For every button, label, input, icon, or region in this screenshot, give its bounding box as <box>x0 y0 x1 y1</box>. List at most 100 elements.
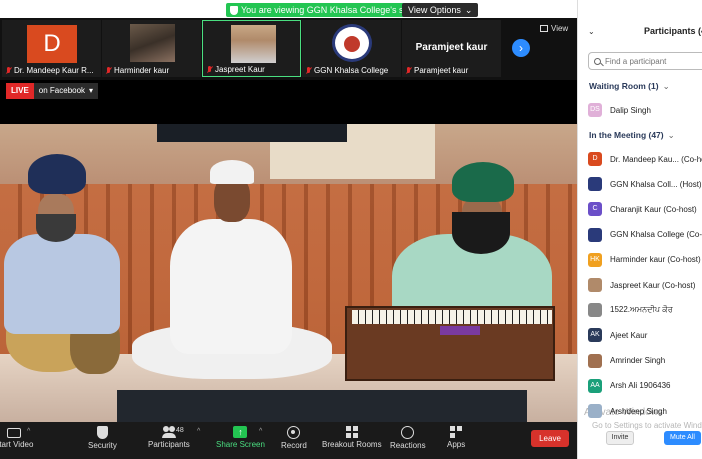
participant-name: Ajeet Kaur <box>610 330 648 340</box>
next-page-button[interactable]: › <box>512 39 530 57</box>
participant-name: GGN Khalsa College (Co-host) <box>610 230 702 240</box>
apps-icon <box>450 426 462 438</box>
participants-count: 48 <box>176 427 184 434</box>
avatar: C <box>588 202 602 217</box>
participant-name: GGN Khalsa College <box>314 66 389 75</box>
breakout-rooms-button[interactable]: Breakout Rooms <box>322 426 382 449</box>
security-label: Security <box>88 441 117 450</box>
avatar: D <box>27 25 77 63</box>
chevron-up-icon[interactable]: ^ <box>27 428 30 435</box>
chevron-up-icon[interactable]: ^ <box>259 428 262 435</box>
video-thumbnail[interactable]: Paramjeet kaur Paramjeet kaur <box>402 20 501 77</box>
record-button[interactable]: Record <box>281 426 307 450</box>
video-thumbnail[interactable]: D Dr. Mandeep Kaur R... <box>2 20 101 77</box>
avatar <box>588 404 602 418</box>
live-badge: LIVE <box>6 83 34 99</box>
smiley-icon <box>401 426 415 439</box>
shield-icon <box>230 5 238 15</box>
caret-down-icon: ▾ <box>89 86 94 95</box>
breakout-rooms-label: Breakout Rooms <box>322 440 382 449</box>
waiting-room-label: Waiting Room (1) <box>589 81 659 91</box>
panel-footer: Invite Mute All <box>578 431 702 451</box>
apps-label: Apps <box>447 440 466 449</box>
participant-name: Dr. Mandeep Kaur R... <box>14 66 94 75</box>
in-meeting-label: In the Meeting (47) <box>589 130 664 140</box>
view-label: View <box>551 24 569 33</box>
sharing-banner: You are viewing GGN Khalsa College's scr… <box>0 0 577 18</box>
participant-row[interactable]: AK Ajeet Kaur <box>588 327 647 343</box>
live-indicator[interactable]: LIVE on Facebook ▾ <box>6 83 99 99</box>
participant-row[interactable]: Arshdeep Singh <box>588 403 667 419</box>
shared-screen-video <box>0 124 577 422</box>
avatar: AA <box>588 378 602 393</box>
turban <box>452 162 514 202</box>
share-screen-label: Share Screen <box>216 440 265 449</box>
share-screen-button[interactable]: ↑ Share Screen <box>216 426 265 449</box>
turban <box>28 154 86 194</box>
zoom-meeting-window: You are viewing GGN Khalsa College's scr… <box>0 0 702 459</box>
sharing-text: You are viewing GGN Khalsa College's scr… <box>241 5 426 15</box>
avatar <box>588 227 602 242</box>
avatar: HK <box>588 252 602 267</box>
participant-row[interactable]: D Dr. Mandeep Kau... (Co-host) <box>588 151 702 167</box>
mic-muted-icon <box>405 66 412 75</box>
participant-row[interactable]: AA Arsh Ali 1906436 <box>588 378 671 394</box>
chevron-right-icon: › <box>519 41 523 55</box>
security-button[interactable]: Security <box>88 426 117 450</box>
chevron-down-icon: ⌄ <box>667 130 675 140</box>
participant-row[interactable]: 1522.ਅਮਨਦੀਪ ਕੌਰ <box>588 302 673 318</box>
participant-row[interactable]: GGN Khalsa College (Co-host) <box>588 227 702 243</box>
participant-row[interactable]: C Charanjit Kaur (Co-host) <box>588 201 697 217</box>
in-meeting-header[interactable]: In the Meeting (47) ⌄ <box>589 130 675 141</box>
grid-icon <box>540 25 548 32</box>
breakout-rooms-icon <box>345 426 358 438</box>
participant-name: 1522.ਅਮਨਦੀਪ ਕੌਰ <box>610 305 673 315</box>
chevron-down-icon: ⌄ <box>662 81 670 91</box>
share-screen-icon: ↑ <box>233 426 248 438</box>
participants-label: Participants <box>148 440 190 449</box>
participant-display-name: Paramjeet kaur <box>415 42 488 53</box>
avatar: DS <box>588 103 602 117</box>
panel-header: ⌄ Participants (47) <box>578 24 702 40</box>
participant-video <box>231 25 276 63</box>
mic-muted-icon <box>305 66 312 75</box>
view-button[interactable]: View <box>540 24 568 33</box>
chevron-up-icon[interactable]: ^ <box>197 428 200 435</box>
invite-button[interactable]: Invite <box>606 431 634 445</box>
reactions-button[interactable]: Reactions <box>390 426 426 450</box>
collapse-panel-icon[interactable]: ⌄ <box>588 27 595 36</box>
singer-center <box>170 219 292 354</box>
participant-name: Paramjeet kaur <box>414 66 469 75</box>
participant-row[interactable]: HK Harminder kaur (Co-host) <box>588 252 701 268</box>
participant-search[interactable] <box>588 52 702 70</box>
participant-video <box>130 24 175 62</box>
participant-row[interactable]: Amrinder Singh <box>588 353 665 369</box>
participant-name: Arshdeep Singh <box>610 406 667 416</box>
participant-row[interactable]: Jaspreet Kaur (Co-host) <box>588 277 695 293</box>
apps-button[interactable]: Apps <box>447 426 465 449</box>
avatar <box>588 353 602 368</box>
avatar <box>588 177 602 192</box>
video-thumbnail[interactable]: Harminder kaur <box>102 20 201 77</box>
avatar <box>588 278 602 292</box>
start-video-label: Start Video <box>0 440 34 449</box>
participant-name: Arsh Ali 1906436 <box>610 381 671 391</box>
video-thumbnail-active-speaker[interactable]: Jaspreet Kaur <box>202 20 301 77</box>
musician-left <box>4 234 120 334</box>
participant-row[interactable]: DS Dalip Singh <box>588 102 651 118</box>
avatar <box>588 303 602 318</box>
participant-name: Harminder kaur <box>114 66 170 75</box>
leave-button[interactable]: Leave <box>531 430 569 447</box>
video-camera-icon <box>6 428 21 438</box>
video-thumbnail[interactable]: GGN Khalsa College <box>302 20 401 77</box>
mute-all-button[interactable]: Mute All <box>664 431 701 445</box>
search-icon <box>594 57 601 65</box>
search-input[interactable] <box>605 56 700 66</box>
record-icon <box>287 426 301 439</box>
shield-icon <box>96 426 108 439</box>
avatar: D <box>588 152 602 166</box>
view-options-button[interactable]: View Options ⌄ <box>402 3 479 17</box>
waiting-room-header[interactable]: Waiting Room (1) ⌄ <box>589 81 670 92</box>
mic-muted-icon <box>206 65 213 74</box>
participant-row[interactable]: GGN Khalsa Coll... (Host) <box>588 176 702 192</box>
